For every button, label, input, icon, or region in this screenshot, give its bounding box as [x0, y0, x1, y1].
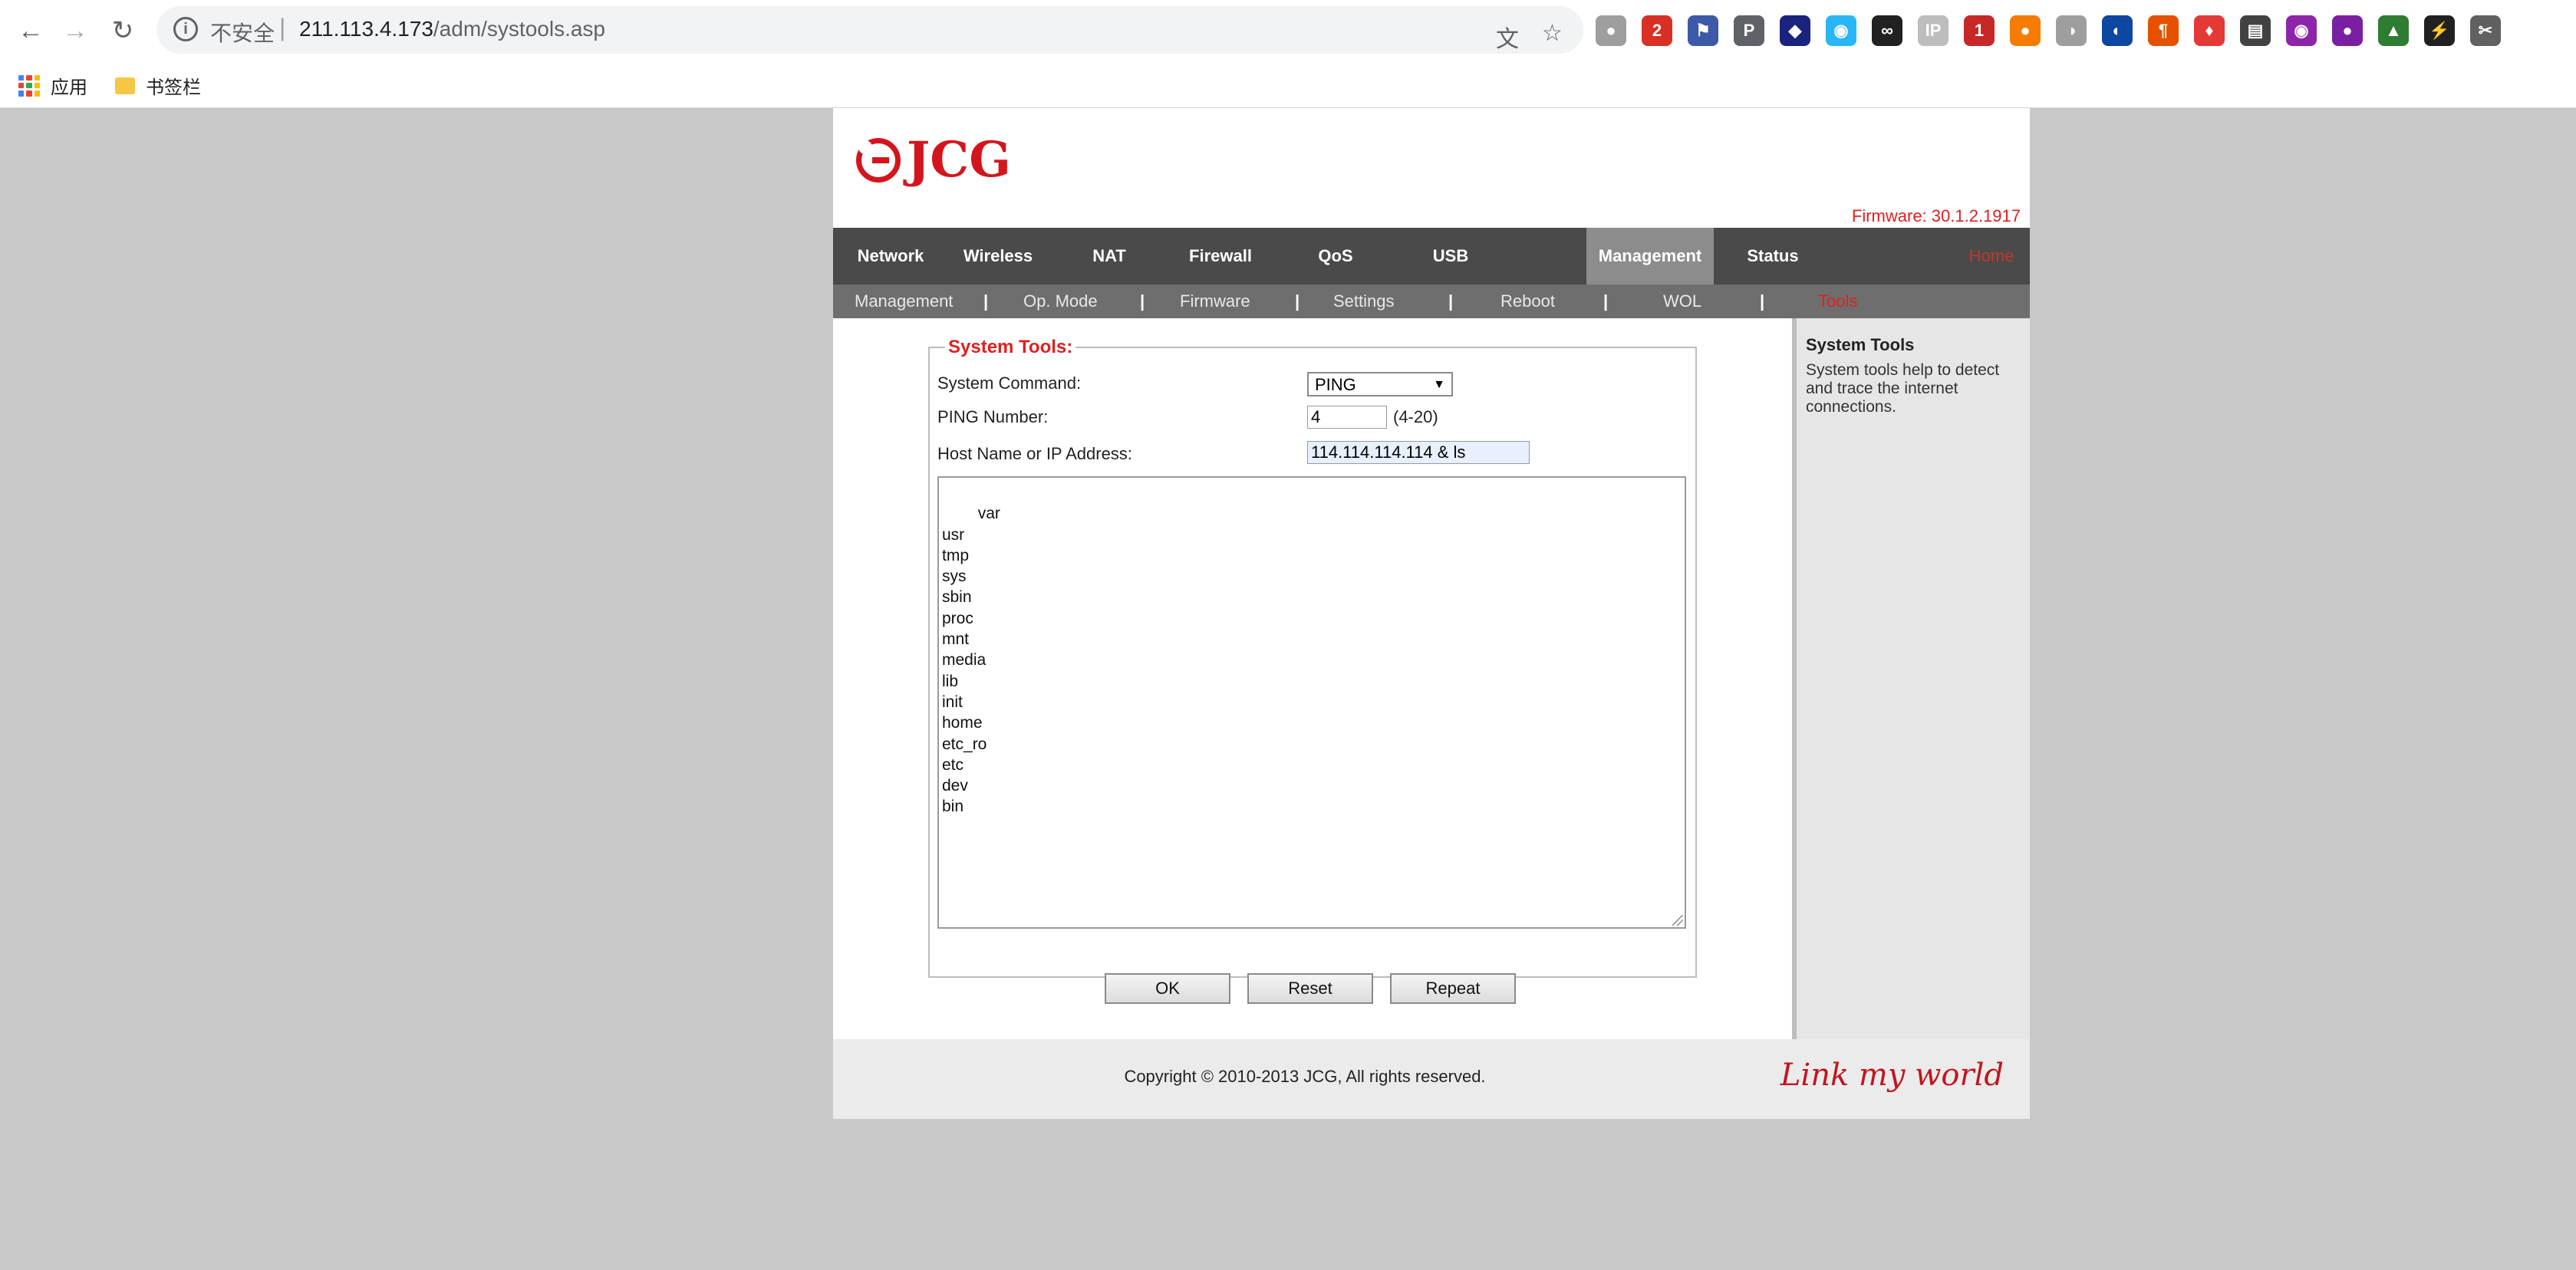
subtab-management[interactable]: Management [855, 285, 953, 318]
tab-nat[interactable]: NAT [1063, 228, 1155, 285]
system-tools-form: System Tools: System Command: PING ▼ PIN… [928, 337, 1697, 1004]
copyright-text: Copyright © 2010-2013 JCG, All rights re… [1124, 1067, 1486, 1086]
brand-name: JCG [907, 131, 1011, 189]
host-address-label: Host Name or IP Address: [937, 444, 1132, 463]
subtab-settings[interactable]: Settings [1333, 285, 1395, 318]
home-link[interactable]: Home [1961, 228, 2022, 285]
extension-icon[interactable]: 2 [1642, 15, 1672, 46]
subnav-separator: | [1448, 291, 1454, 311]
subnav-separator: | [1603, 291, 1609, 311]
tab-firewall[interactable]: Firewall [1163, 228, 1278, 285]
tab-wireless[interactable]: Wireless [940, 228, 1056, 285]
repeat-button[interactable]: Repeat [1390, 973, 1516, 1004]
extension-icon[interactable]: ¶ [2148, 15, 2179, 46]
subtab-reboot[interactable]: Reboot [1500, 285, 1555, 318]
tab-qos[interactable]: QoS [1286, 228, 1385, 285]
extension-icon[interactable]: P [1734, 15, 1764, 46]
help-title: System Tools [1806, 335, 1915, 354]
tab-network[interactable]: Network [841, 228, 940, 285]
insecure-label: 不安全 [210, 21, 275, 45]
router-admin-page: JCG Firmware: 30.1.2.1917 Network Wirele… [833, 108, 2030, 1119]
address-bar[interactable]: i 不安全 | 211.113.4.173/adm/systools.asp 文… [156, 6, 1583, 54]
back-icon[interactable]: ← [11, 11, 51, 51]
apps-label: 应用 [51, 77, 87, 98]
extension-icon[interactable]: 1 [1964, 15, 1995, 46]
extension-icon[interactable]: ▤ [2240, 15, 2271, 46]
subtab-firmware[interactable]: Firmware [1180, 285, 1250, 318]
extension-icon[interactable]: ▲ [2378, 15, 2409, 46]
extension-icon[interactable]: ◉ [2286, 15, 2317, 46]
reset-button[interactable]: Reset [1247, 973, 1373, 1004]
extension-icon[interactable]: ◑ [2056, 15, 2087, 46]
tab-usb[interactable]: USB [1401, 228, 1500, 285]
subnav-separator: | [1140, 291, 1145, 311]
bookmark-star-icon[interactable]: ☆ [1542, 20, 1563, 47]
page-footer: Copyright © 2010-2013 JCG, All rights re… [833, 1039, 2030, 1119]
firmware-version: Firmware: 30.1.2.1917 [1851, 206, 2021, 225]
dropdown-arrow-icon: ▼ [1433, 378, 1445, 391]
lightning-extension-icon[interactable]: ⚡ [2424, 15, 2455, 46]
glasses-extension-icon[interactable]: ∞ [1872, 15, 1902, 46]
subtab-tools[interactable]: Tools [1818, 285, 1857, 318]
forward-icon[interactable]: → [55, 11, 95, 51]
apps-bookmark[interactable]: 应用 [18, 72, 87, 99]
bookmarks-folder-label: 书签栏 [146, 77, 201, 98]
extension-icon[interactable]: ◉ [1826, 15, 1856, 46]
main-content: System Tools: System Command: PING ▼ PIN… [833, 318, 1792, 1039]
ip-extension-icon[interactable]: IP [1918, 15, 1948, 46]
extension-icon[interactable]: ● [2010, 15, 2041, 46]
ok-button[interactable]: OK [1105, 973, 1230, 1004]
translate-icon[interactable]: 文 [1496, 20, 1519, 54]
system-command-value: PING [1315, 375, 1356, 394]
system-tools-legend: System Tools: [948, 337, 1073, 357]
extension-icon[interactable]: ◆ [1780, 15, 1810, 46]
system-command-select[interactable]: PING ▼ [1307, 372, 1453, 396]
subnav-separator: | [1760, 291, 1765, 311]
flag-extension-icon[interactable]: ⚑ [1688, 15, 1718, 46]
resize-handle-icon[interactable] [1672, 915, 1683, 926]
tab-management[interactable]: Management [1586, 228, 1714, 285]
subnav-separator: | [983, 291, 989, 311]
extension-icon[interactable]: ◐ [2102, 15, 2133, 46]
sub-nav: Management | Op. Mode | Firmware | Setti… [833, 285, 2030, 318]
reload-icon[interactable]: ↻ [103, 11, 143, 51]
browser-chrome: ← → ↻ i 不安全 | 211.113.4.173/adm/systools… [0, 0, 2576, 108]
main-nav: Network Wireless NAT Firewall QoS USB Ma… [833, 228, 2030, 285]
subtab-op-mode[interactable]: Op. Mode [1023, 285, 1098, 318]
subnav-separator: | [1295, 291, 1300, 311]
jcg-logo-icon [856, 137, 901, 183]
extension-icon[interactable]: ● [2332, 15, 2363, 46]
jcg-logo: JCG [856, 131, 1011, 189]
system-command-label: System Command: [937, 373, 1082, 393]
address-separator: | [279, 14, 286, 41]
url-host: 211.113.4.173 [299, 17, 433, 41]
tab-status[interactable]: Status [1723, 228, 1823, 285]
extension-icon[interactable]: ♦ [2194, 15, 2225, 46]
bookmarks-folder[interactable]: 书签栏 [115, 72, 201, 99]
bookmarks-bar: 应用 书签栏 [0, 64, 2576, 104]
help-text: System tools help to detect and trace th… [1806, 361, 2000, 416]
folder-icon [115, 77, 135, 94]
ping-number-input[interactable]: 4 [1307, 406, 1387, 429]
ping-number-label: PING Number: [937, 407, 1049, 426]
ping-number-hint: (4-20) [1393, 407, 1438, 426]
subtab-wol[interactable]: WOL [1663, 285, 1701, 318]
extension-icon[interactable]: ● [1596, 15, 1626, 46]
extensions-toolbar: ● 2 ⚑ P ◆ ◉ ∞ IP 1 ● ◑ ◐ ¶ ♦ ▤ ◉ ● ▲ ⚡ ✂ [1596, 11, 2501, 51]
url-path: /adm/systools.asp [433, 17, 606, 41]
scissors-extension-icon[interactable]: ✂ [2470, 15, 2501, 46]
command-output-text: var usr tmp sys sbin proc mnt media lib … [942, 505, 1000, 816]
url-text[interactable]: 211.113.4.173/adm/systools.asp [299, 17, 605, 41]
site-info-icon[interactable]: i [173, 17, 198, 41]
apps-grid-icon [18, 74, 40, 97]
tagline-text: Link my world [1780, 1058, 2004, 1093]
help-sidebar: System Tools System tools help to detect… [1792, 318, 2030, 1039]
host-address-input[interactable]: 114.114.114.114 & ls [1307, 441, 1530, 464]
command-output-textarea[interactable]: var usr tmp sys sbin proc mnt media lib … [937, 476, 1686, 929]
